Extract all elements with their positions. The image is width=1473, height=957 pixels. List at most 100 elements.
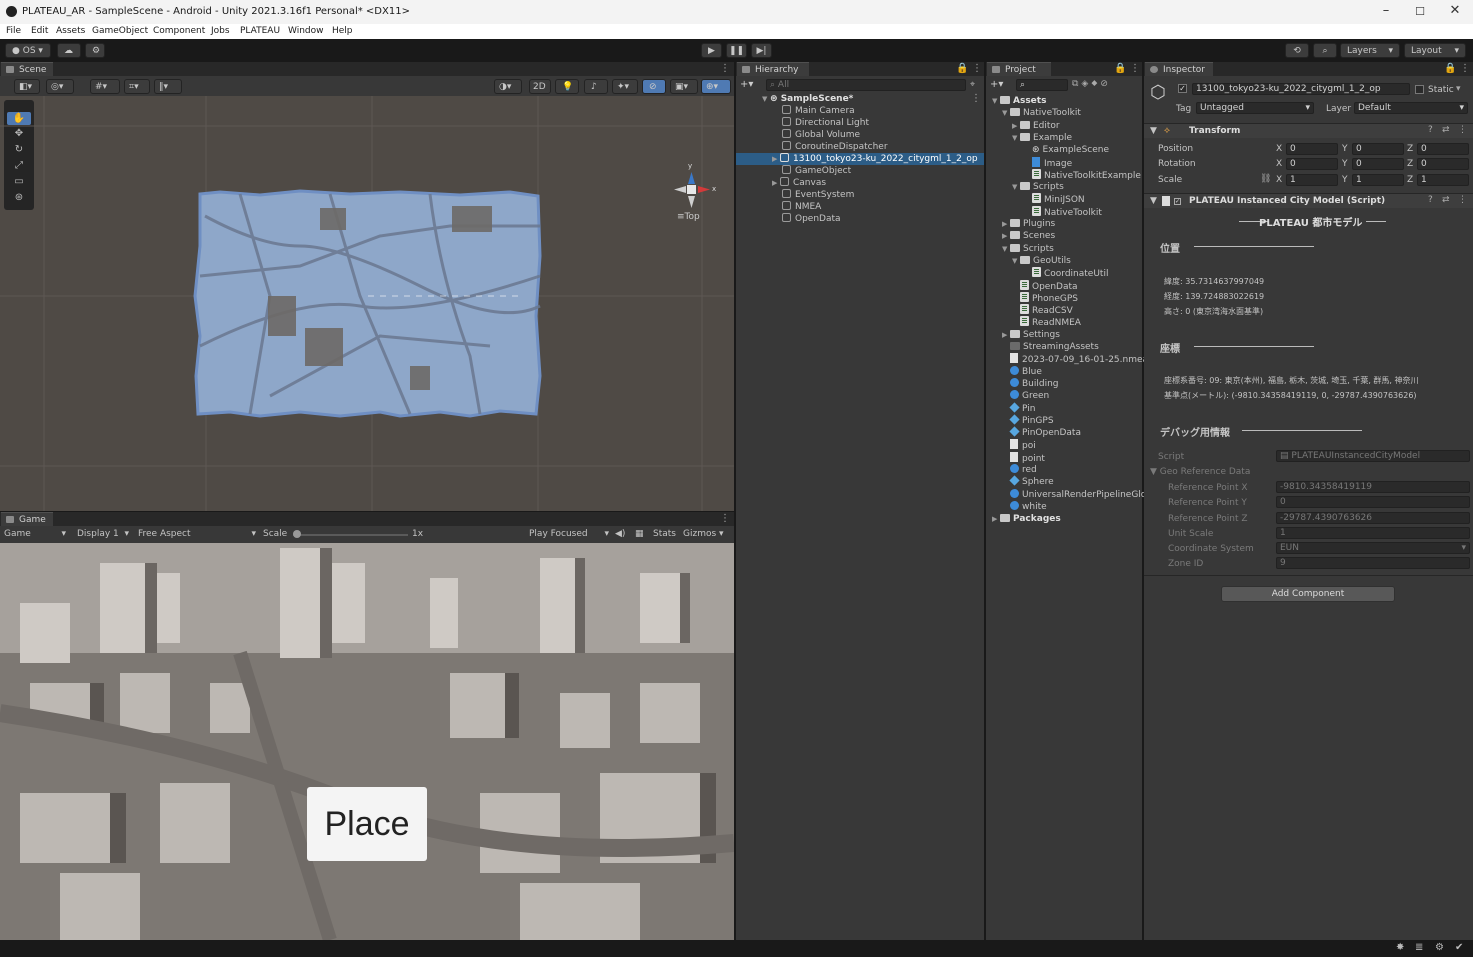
object-name-field[interactable]: 13100_tokyo23-ku_2022_citygml_1_2_op [1192,83,1410,95]
collapse-arrow-icon[interactable]: ▶ [1002,230,1010,242]
play-button[interactable]: ▶ [701,43,722,58]
rotation-z-field[interactable]: 0 [1417,158,1469,170]
menu-gameobject[interactable]: GameObject [92,26,148,36]
scale-slider[interactable] [293,534,408,536]
active-checkbox[interactable]: ✓ [1178,84,1187,93]
plugins-folder[interactable]: ▶ Plugins [1002,218,1055,230]
stats-icon[interactable]: ▦ [635,529,644,539]
project-lock-icon[interactable]: 🔒 [1114,63,1126,74]
game-view-dropdown[interactable]: Game ▾ [4,529,66,539]
scene-menu-dots-icon[interactable]: ⋮ [971,93,981,104]
hierarchy-item[interactable]: Main Camera [782,105,855,117]
menu-edit[interactable]: Edit [31,26,48,36]
expand-arrow-icon[interactable]: ▼ [1002,243,1010,255]
tab-hierarchy[interactable]: Hierarchy [737,62,809,76]
inspector-menu-icon[interactable]: ⋮ [1460,63,1470,74]
menu-window[interactable]: Window [288,26,324,36]
static-dropdown-icon[interactable]: ▾ [1456,84,1461,94]
blue-material[interactable]: Blue [1002,365,1042,378]
gizmos-dropdown[interactable]: Gizmos ▾ [683,529,724,539]
expand-arrow-icon[interactable]: ▼ [1002,107,1010,119]
stats-button[interactable]: Stats [653,529,676,539]
sphere-prefab[interactable]: Sphere [1002,475,1054,488]
script-help-icon[interactable]: ? [1428,195,1433,205]
audio-icon[interactable]: ♪ [584,79,608,94]
project-add-button[interactable]: +▾ [990,79,1003,90]
lighting-icon[interactable]: 💡 [555,79,579,94]
gizmo-neg-x-arrow[interactable] [674,186,686,193]
effects-icon[interactable]: ✦▾ [612,79,638,94]
camera-icon[interactable]: ▣▾ [670,79,698,94]
play-focused-dropdown[interactable]: Play Focused ▾ [529,529,609,539]
gizmo-neg-y-arrow[interactable] [688,196,695,208]
orientation-gizmo[interactable]: y x ≡Top [668,162,718,222]
display-dropdown[interactable]: Display 1 ▾ [77,529,129,539]
game-menu-icon[interactable]: ⋮ [720,513,730,524]
project-search-input[interactable]: ⌕ [1016,79,1068,91]
mute-audio-icon[interactable]: ◀) [615,529,625,539]
scale-y-field[interactable]: 1 [1352,174,1404,186]
script-preset-icon[interactable]: ⇄ [1442,195,1450,205]
hierarchy-item-selected[interactable]: ▶ 13100_tokyo23-ku_2022_citygml_1_2_op [772,153,978,165]
add-component-button[interactable]: Add Component [1221,586,1395,602]
rotation-x-field[interactable]: 0 [1286,158,1338,170]
cloud-icon[interactable]: ☁ [57,43,81,58]
geoutils-folder[interactable]: ▼ GeoUtils [1012,255,1071,267]
hierarchy-item[interactable]: Directional Light [782,117,869,129]
transform-header[interactable]: ▼ ⟡ Transform ? ⇄ ⋮ [1144,123,1473,138]
position-y-field[interactable]: 0 [1352,143,1404,155]
transform-help-icon[interactable]: ? [1428,125,1433,135]
layers-dropdown[interactable]: Layers ▾ [1340,43,1400,58]
constrain-proportions-icon[interactable]: ⛓ [1260,174,1271,184]
snap-icon[interactable]: ⌗▾ [124,79,150,94]
step-button[interactable]: ▶| [751,43,772,58]
pause-button[interactable]: ❚❚ [726,43,747,58]
examplescene-asset[interactable]: ⊛ ExampleScene [1024,144,1109,156]
collab-icon[interactable]: ⚙ [85,43,105,58]
menu-jobs[interactable]: Jobs [211,26,230,36]
gizmo-y-arrow[interactable] [688,172,695,184]
pivot-icon[interactable]: ◎▾ [46,79,74,94]
gizmo-x-arrow[interactable] [698,186,710,193]
pin-prefab[interactable]: Pin [1002,401,1035,415]
menu-file[interactable]: File [6,26,21,36]
hierarchy-item[interactable]: OpenData [782,213,841,225]
hierarchy-search-input[interactable]: ⌕ All [766,79,966,91]
hierarchy-filter-icon[interactable]: ⌖ [970,80,975,90]
scene-viewport[interactable] [0,96,734,511]
tab-project[interactable]: Project [987,62,1051,76]
position-x-field[interactable]: 0 [1286,143,1338,155]
streamingassets-folder[interactable]: StreamingAssets [1002,341,1099,353]
settings-icon[interactable]: ⚙ [1435,942,1444,953]
inspector-lock-icon[interactable]: 🔒 [1444,63,1456,74]
scene-menu-icon[interactable]: ⋮ [720,63,730,74]
opendata-script[interactable]: OpenData [1012,279,1078,292]
coordinateutil-script[interactable]: CoordinateUtil [1024,267,1108,279]
nativetoolkit-script[interactable]: NativeToolkit [1024,205,1102,218]
hierarchy-add-button[interactable]: +▾ [740,79,753,90]
menu-plateau[interactable]: PLATEAU [240,26,280,36]
menu-help[interactable]: Help [332,26,353,36]
hierarchy-scene-root[interactable]: ▼ ⊛ SampleScene* [762,93,853,105]
hierarchy-lock-icon[interactable]: 🔒 [956,63,968,74]
pingps-prefab[interactable]: PinGPS [1002,414,1054,427]
history-icon[interactable]: ⟲ [1285,43,1309,58]
readnmea-script[interactable]: ReadNMEA [1012,316,1081,328]
scripts-root-folder[interactable]: ▼ Scripts [1002,243,1054,255]
place-button[interactable]: Place [307,787,427,861]
minijson-script[interactable]: MiniJSON [1024,193,1085,205]
layout-dropdown[interactable]: Layout ▾ [1404,43,1466,58]
tab-scene[interactable]: Scene [1,62,53,76]
aspect-dropdown[interactable]: Free Aspect ▾ [138,529,256,539]
green-material[interactable]: Green [1002,390,1049,402]
tab-game[interactable]: Game [1,512,53,526]
hierarchy-item[interactable]: NMEA [782,201,821,213]
collapse-arrow-icon[interactable]: ▶ [1002,218,1010,230]
layer-dropdown[interactable]: Default ▾ [1354,102,1468,114]
collapse-arrow-icon[interactable]: ▶ [992,513,1000,525]
expand-arrow-icon[interactable]: ▼ [992,95,1000,107]
collapse-arrow-icon[interactable]: ▶ [1012,120,1020,132]
grid-icon[interactable]: #▾ [90,79,120,94]
hierarchy-menu-icon[interactable]: ⋮ [972,63,982,74]
script-menu-icon[interactable]: ⋮ [1458,195,1467,205]
